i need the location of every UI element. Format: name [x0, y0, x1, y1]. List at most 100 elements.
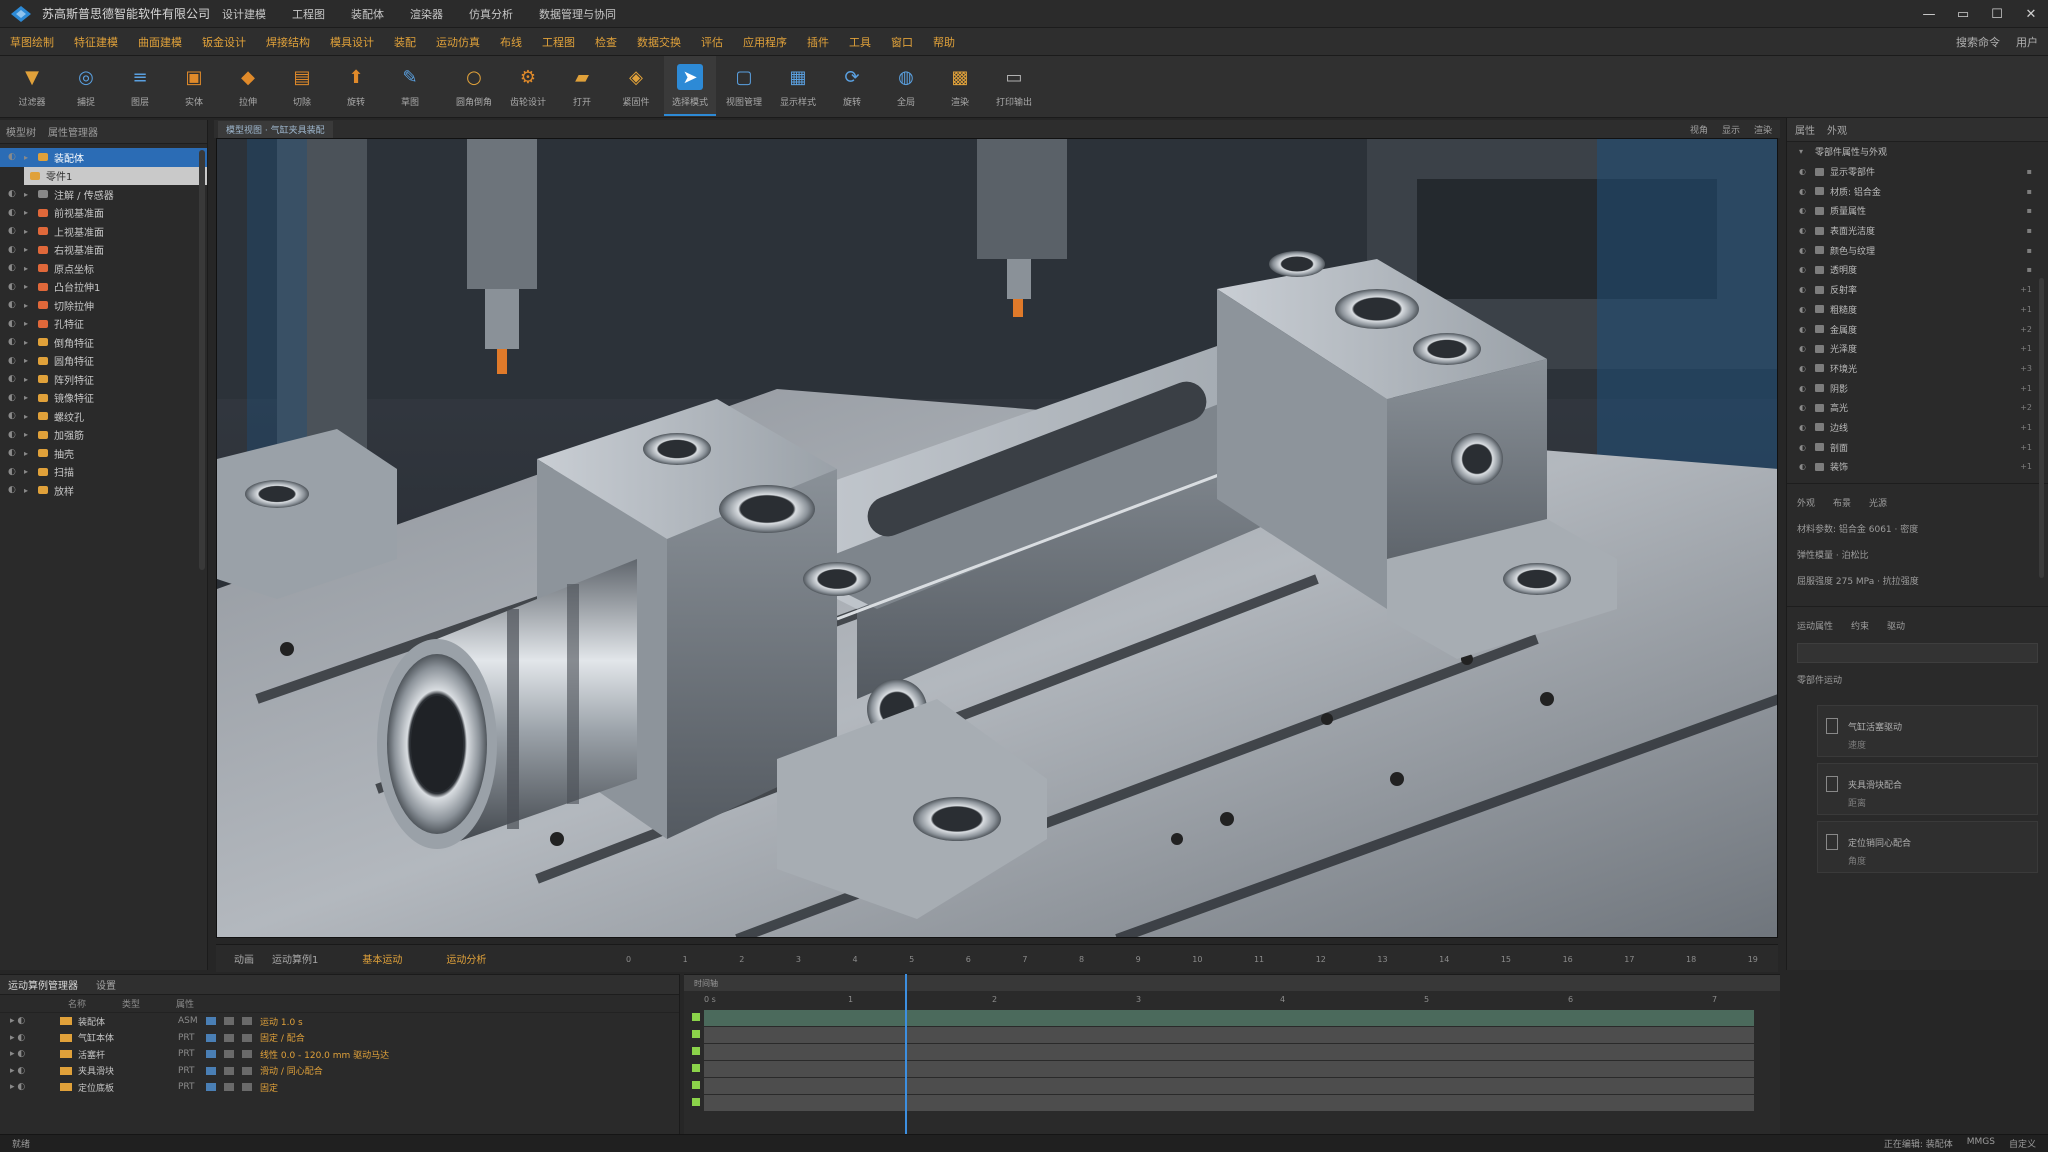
keyframe-icon[interactable]: [692, 1081, 700, 1089]
table-row[interactable]: ▸ ◐ 气缸本体 PRT 固定 / 配合: [0, 1030, 679, 1047]
collapse-icon[interactable]: ▾: [1799, 147, 1809, 156]
title-menu-item[interactable]: 渲染器: [410, 6, 443, 22]
link-icon[interactable]: [242, 1066, 252, 1075]
timeline-track[interactable]: [692, 1044, 1754, 1060]
timeline-track[interactable]: [692, 1061, 1754, 1077]
keyframe-icon[interactable]: [692, 1064, 700, 1072]
visibility-icon[interactable]: ◐: [1799, 325, 1809, 334]
lock-icon[interactable]: [224, 1083, 234, 1092]
tab-settings[interactable]: 设置: [96, 977, 116, 992]
app-logo-icon[interactable]: [8, 4, 34, 24]
menu-item[interactable]: 布线: [500, 34, 522, 50]
property-row[interactable]: ◐ 质量属性 ▪: [1787, 201, 2048, 221]
link-icon[interactable]: [242, 1017, 252, 1026]
toolbar-button[interactable]: ⚙ 齿轮设计: [502, 56, 554, 116]
tab-animation[interactable]: 动画: [234, 951, 254, 966]
tree-item[interactable]: ◐ ▸ 扫描: [0, 463, 207, 482]
tree-item[interactable]: ◐ ▸ 加强筋: [0, 426, 207, 445]
visibility-icon[interactable]: ◐: [8, 374, 18, 384]
tab-lights[interactable]: 光源: [1869, 496, 1887, 509]
visibility-icon[interactable]: ◐: [1799, 187, 1809, 196]
expand-icon[interactable]: ▸: [24, 264, 34, 273]
menu-item[interactable]: 运动仿真: [436, 34, 480, 50]
expand-icon[interactable]: ▸: [24, 301, 34, 310]
expand-icon[interactable]: ▸: [24, 393, 34, 402]
timeline-ticks[interactable]: 0 s 1 2 3 4 5 6 7: [684, 991, 1780, 1009]
color-swatch[interactable]: [206, 1083, 216, 1092]
custom-selector[interactable]: 自定义: [2009, 1137, 2036, 1150]
tree-item[interactable]: ◐ ▸ 圆角特征: [0, 352, 207, 371]
timeline-ruler[interactable]: 0 1 2 3 4 5 6 7 8 9 10 11 12 13 14 15 16 17 18 19: [626, 949, 1758, 969]
row-expander-icon[interactable]: ▸ ◐: [10, 1066, 60, 1076]
expand-icon[interactable]: ▸: [24, 208, 34, 217]
visibility-icon[interactable]: ◐: [8, 467, 18, 477]
toolbar-button[interactable]: ▰ 打开: [556, 56, 608, 116]
view-orientation-button[interactable]: 视角: [1690, 123, 1708, 136]
menu-item[interactable]: 插件: [807, 34, 829, 50]
render-button[interactable]: 渲染: [1754, 123, 1772, 136]
title-menu-item[interactable]: 设计建模: [222, 6, 266, 22]
visibility-icon[interactable]: ◐: [1799, 403, 1809, 412]
visibility-icon[interactable]: ◐: [8, 226, 18, 236]
toolbar-button[interactable]: ▢ 视图管理: [718, 56, 770, 116]
visibility-icon[interactable]: ◐: [8, 300, 18, 310]
visibility-icon[interactable]: ◐: [1799, 423, 1809, 432]
expand-icon[interactable]: ▸: [24, 375, 34, 384]
tree-item[interactable]: ◐ ▸ 装配体: [0, 148, 207, 167]
tab-motion-study[interactable]: 运动算例1: [272, 951, 318, 966]
expand-icon[interactable]: ▸: [24, 449, 34, 458]
toolbar-button[interactable]: ≡ 图层: [114, 56, 166, 116]
expand-icon[interactable]: ▸: [24, 356, 34, 365]
toolbar-button[interactable]: ▦ 显示样式: [772, 56, 824, 116]
row-expander-icon[interactable]: ▸ ◐: [10, 1082, 60, 1092]
menu-item[interactable]: 工具: [849, 34, 871, 50]
visibility-icon[interactable]: ◐: [8, 245, 18, 255]
tab-motion-props[interactable]: 运动属性: [1797, 619, 1833, 632]
table-row[interactable]: ▸ ◐ 活塞杆 PRT 线性 0.0 - 120.0 mm 驱动马达: [0, 1046, 679, 1063]
toolbar-button[interactable]: ▭ 打印输出: [988, 56, 1040, 116]
lock-icon[interactable]: [224, 1050, 234, 1059]
visibility-icon[interactable]: ◐: [8, 189, 18, 199]
property-row[interactable]: ◐ 透明度 ▪: [1787, 260, 2048, 280]
property-row[interactable]: ◐ 剖面 +1: [1787, 437, 2048, 457]
title-menu-item[interactable]: 工程图: [292, 6, 325, 22]
lock-icon[interactable]: [224, 1033, 234, 1042]
visibility-icon[interactable]: ◐: [1799, 364, 1809, 373]
expand-icon[interactable]: ▸: [24, 319, 34, 328]
menu-item[interactable]: 检查: [595, 34, 617, 50]
column-header[interactable]: 名称: [68, 997, 86, 1010]
motion-node-card[interactable]: 气缸活塞驱动 速度: [1817, 704, 2038, 757]
link-icon[interactable]: [242, 1050, 252, 1059]
property-row[interactable]: ◐ 高光 +2: [1787, 398, 2048, 418]
tree-item[interactable]: ◐ ▸ 注解 / 传感器: [0, 185, 207, 204]
table-row[interactable]: ▸ ◐ 夹具滑块 PRT 滑动 / 同心配合: [0, 1063, 679, 1080]
tab-motion-manager[interactable]: 运动算例管理器: [8, 977, 78, 992]
toolbar-button[interactable]: ⟳ 旋转: [826, 56, 878, 116]
visibility-icon[interactable]: ◐: [8, 485, 18, 495]
property-row[interactable]: ◐ 显示零部件 ▪: [1787, 162, 2048, 182]
tree-item[interactable]: 零件1: [24, 166, 207, 185]
toolbar-button[interactable]: ○ 圆角倒角: [448, 56, 500, 116]
property-row[interactable]: ◐ 材质: 铝合金 ▪: [1787, 181, 2048, 201]
visibility-icon[interactable]: ◐: [1799, 344, 1809, 353]
visibility-icon[interactable]: ◐: [1799, 246, 1809, 255]
3d-viewport[interactable]: [216, 138, 1778, 938]
tree-item[interactable]: ◐ ▸ 抽壳: [0, 444, 207, 463]
right-scrollbar[interactable]: [2039, 278, 2044, 578]
toolbar-button[interactable]: ➤ 选择模式: [664, 56, 716, 116]
visibility-icon[interactable]: ◐: [8, 319, 18, 329]
tree-item[interactable]: ◐ ▸ 孔特征: [0, 315, 207, 334]
menu-item[interactable]: 帮助: [933, 34, 955, 50]
property-row[interactable]: ◐ 粗糙度 +1: [1787, 300, 2048, 320]
menu-item[interactable]: 评估: [701, 34, 723, 50]
tree-item[interactable]: ◐ ▸ 凸台拉伸1: [0, 278, 207, 297]
toolbar-button[interactable]: ▤ 切除: [276, 56, 328, 116]
tab-motion-analysis[interactable]: 运动分析: [446, 951, 486, 966]
menu-item[interactable]: 窗口: [891, 34, 913, 50]
table-row[interactable]: ▸ ◐ 装配体 ASM 运动 1.0 s: [0, 1013, 679, 1030]
property-row[interactable]: ◐ 光泽度 +1: [1787, 339, 2048, 359]
menu-item[interactable]: 草图绘制: [10, 34, 54, 50]
visibility-icon[interactable]: ◐: [1799, 285, 1809, 294]
motion-input[interactable]: [1797, 642, 2038, 663]
visibility-icon[interactable]: ◐: [8, 448, 18, 458]
